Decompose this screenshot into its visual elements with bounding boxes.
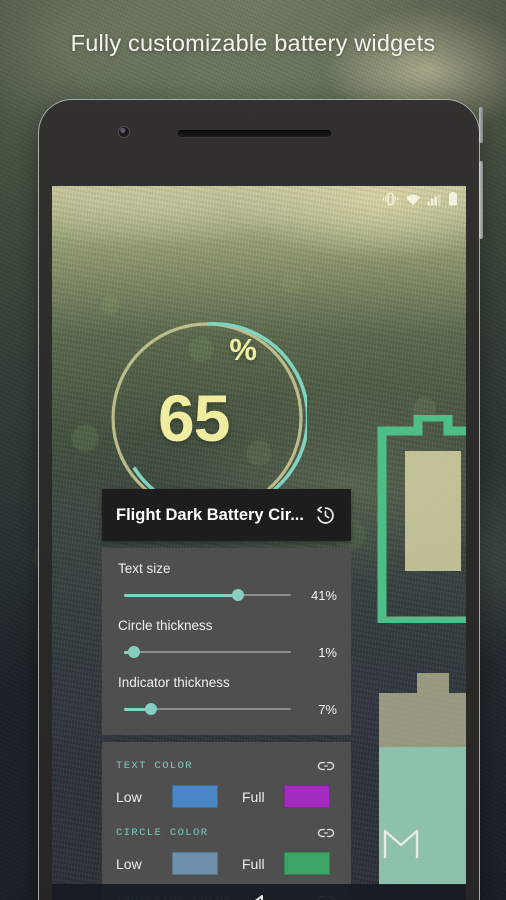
color-full-label: Full [242, 788, 265, 805]
color-full-swatch[interactable] [284, 785, 330, 808]
color-low-swatch[interactable] [172, 852, 218, 875]
slider-circle-thickness[interactable]: Circle thickness 1% [116, 618, 337, 660]
color-low-swatch[interactable] [172, 785, 218, 808]
slider-value: 1% [318, 644, 337, 660]
widget-settings-panel: Flight Dark Battery Cir... Text size 41%… [102, 489, 351, 900]
color-section-text: TEXT COLOR Low Full [116, 755, 337, 808]
earpiece-speaker [178, 130, 331, 137]
phone-screen: 65% Flight Dark Battery Cir... Text size… [52, 186, 466, 900]
slider-text-size[interactable]: Text size 41% [116, 561, 337, 603]
slider-track-area[interactable] [124, 644, 291, 660]
signal-icon [427, 193, 441, 205]
color-section-title: TEXT COLOR [116, 760, 194, 772]
link-colors-button[interactable] [315, 755, 337, 777]
slider-indicator-thickness[interactable]: Indicator thickness 7% [116, 675, 337, 717]
panel-title: Flight Dark Battery Cir... [116, 505, 304, 524]
gmail-icon[interactable] [382, 828, 420, 860]
slider-thumb[interactable] [231, 589, 244, 601]
wifi-icon [406, 194, 420, 205]
panel-title-bar: Flight Dark Battery Cir... [102, 489, 351, 541]
color-section-circle: CIRCLE COLOR Low Full [116, 822, 337, 875]
volume-button[interactable] [479, 161, 483, 239]
promo-screenshot: Fully customizable battery widgets 65 % … [0, 0, 506, 900]
status-bar [52, 186, 466, 212]
back-triangle-icon [254, 894, 263, 900]
slider-thumb[interactable] [128, 646, 141, 658]
nav-back-button[interactable] [246, 892, 270, 900]
color-section-header: TEXT COLOR [116, 755, 337, 777]
power-button[interactable] [479, 107, 483, 143]
promo-headline: Fully customizable battery widgets [70, 30, 436, 56]
slider-label: Text size [118, 561, 171, 576]
slider-value: 7% [318, 701, 337, 717]
color-section-header: CIRCLE COLOR [116, 822, 337, 844]
outline-battery-graphic [377, 412, 466, 626]
link-icon [317, 828, 335, 838]
color-low-label: Low [116, 855, 142, 872]
circle-battery-widget[interactable]: 65% [107, 318, 310, 518]
color-full-swatch[interactable] [284, 852, 330, 875]
slider-label: Circle thickness [118, 618, 213, 633]
link-colors-button[interactable] [315, 822, 337, 844]
link-icon [317, 761, 335, 771]
history-restore-icon [316, 505, 334, 524]
phone-device: 65% Flight Dark Battery Cir... Text size… [38, 99, 483, 900]
slider-fill [124, 593, 238, 597]
battery-icon [449, 192, 457, 206]
outline-battery-widget[interactable] [374, 412, 466, 626]
sliders-card: Text size 41% Circle thickness 1% Indica… [102, 548, 351, 735]
color-full-label: Full [242, 855, 265, 872]
circle-battery-percent: 65% [107, 318, 307, 518]
slider-track [124, 651, 291, 653]
history-restore-button[interactable] [311, 501, 339, 529]
circle-percent-symbol: % [229, 332, 257, 367]
slider-value: 41% [310, 587, 337, 603]
color-row: Low Full [116, 852, 337, 875]
slider-track-area[interactable] [124, 587, 291, 603]
colors-card: TEXT COLOR Low Full CIRCLE COLOR Low Ful… [102, 742, 351, 900]
slider-track-area[interactable] [124, 701, 291, 717]
front-camera-icon [119, 127, 129, 137]
circle-percent-number: 65 [158, 381, 230, 455]
slider-label: Indicator thickness [118, 675, 230, 690]
color-section-title: CIRCLE COLOR [116, 827, 209, 839]
vibrate-icon [382, 192, 399, 206]
slider-thumb[interactable] [144, 703, 157, 715]
color-low-label: Low [116, 788, 142, 805]
android-nav-bar [52, 884, 466, 900]
color-row: Low Full [116, 785, 337, 808]
